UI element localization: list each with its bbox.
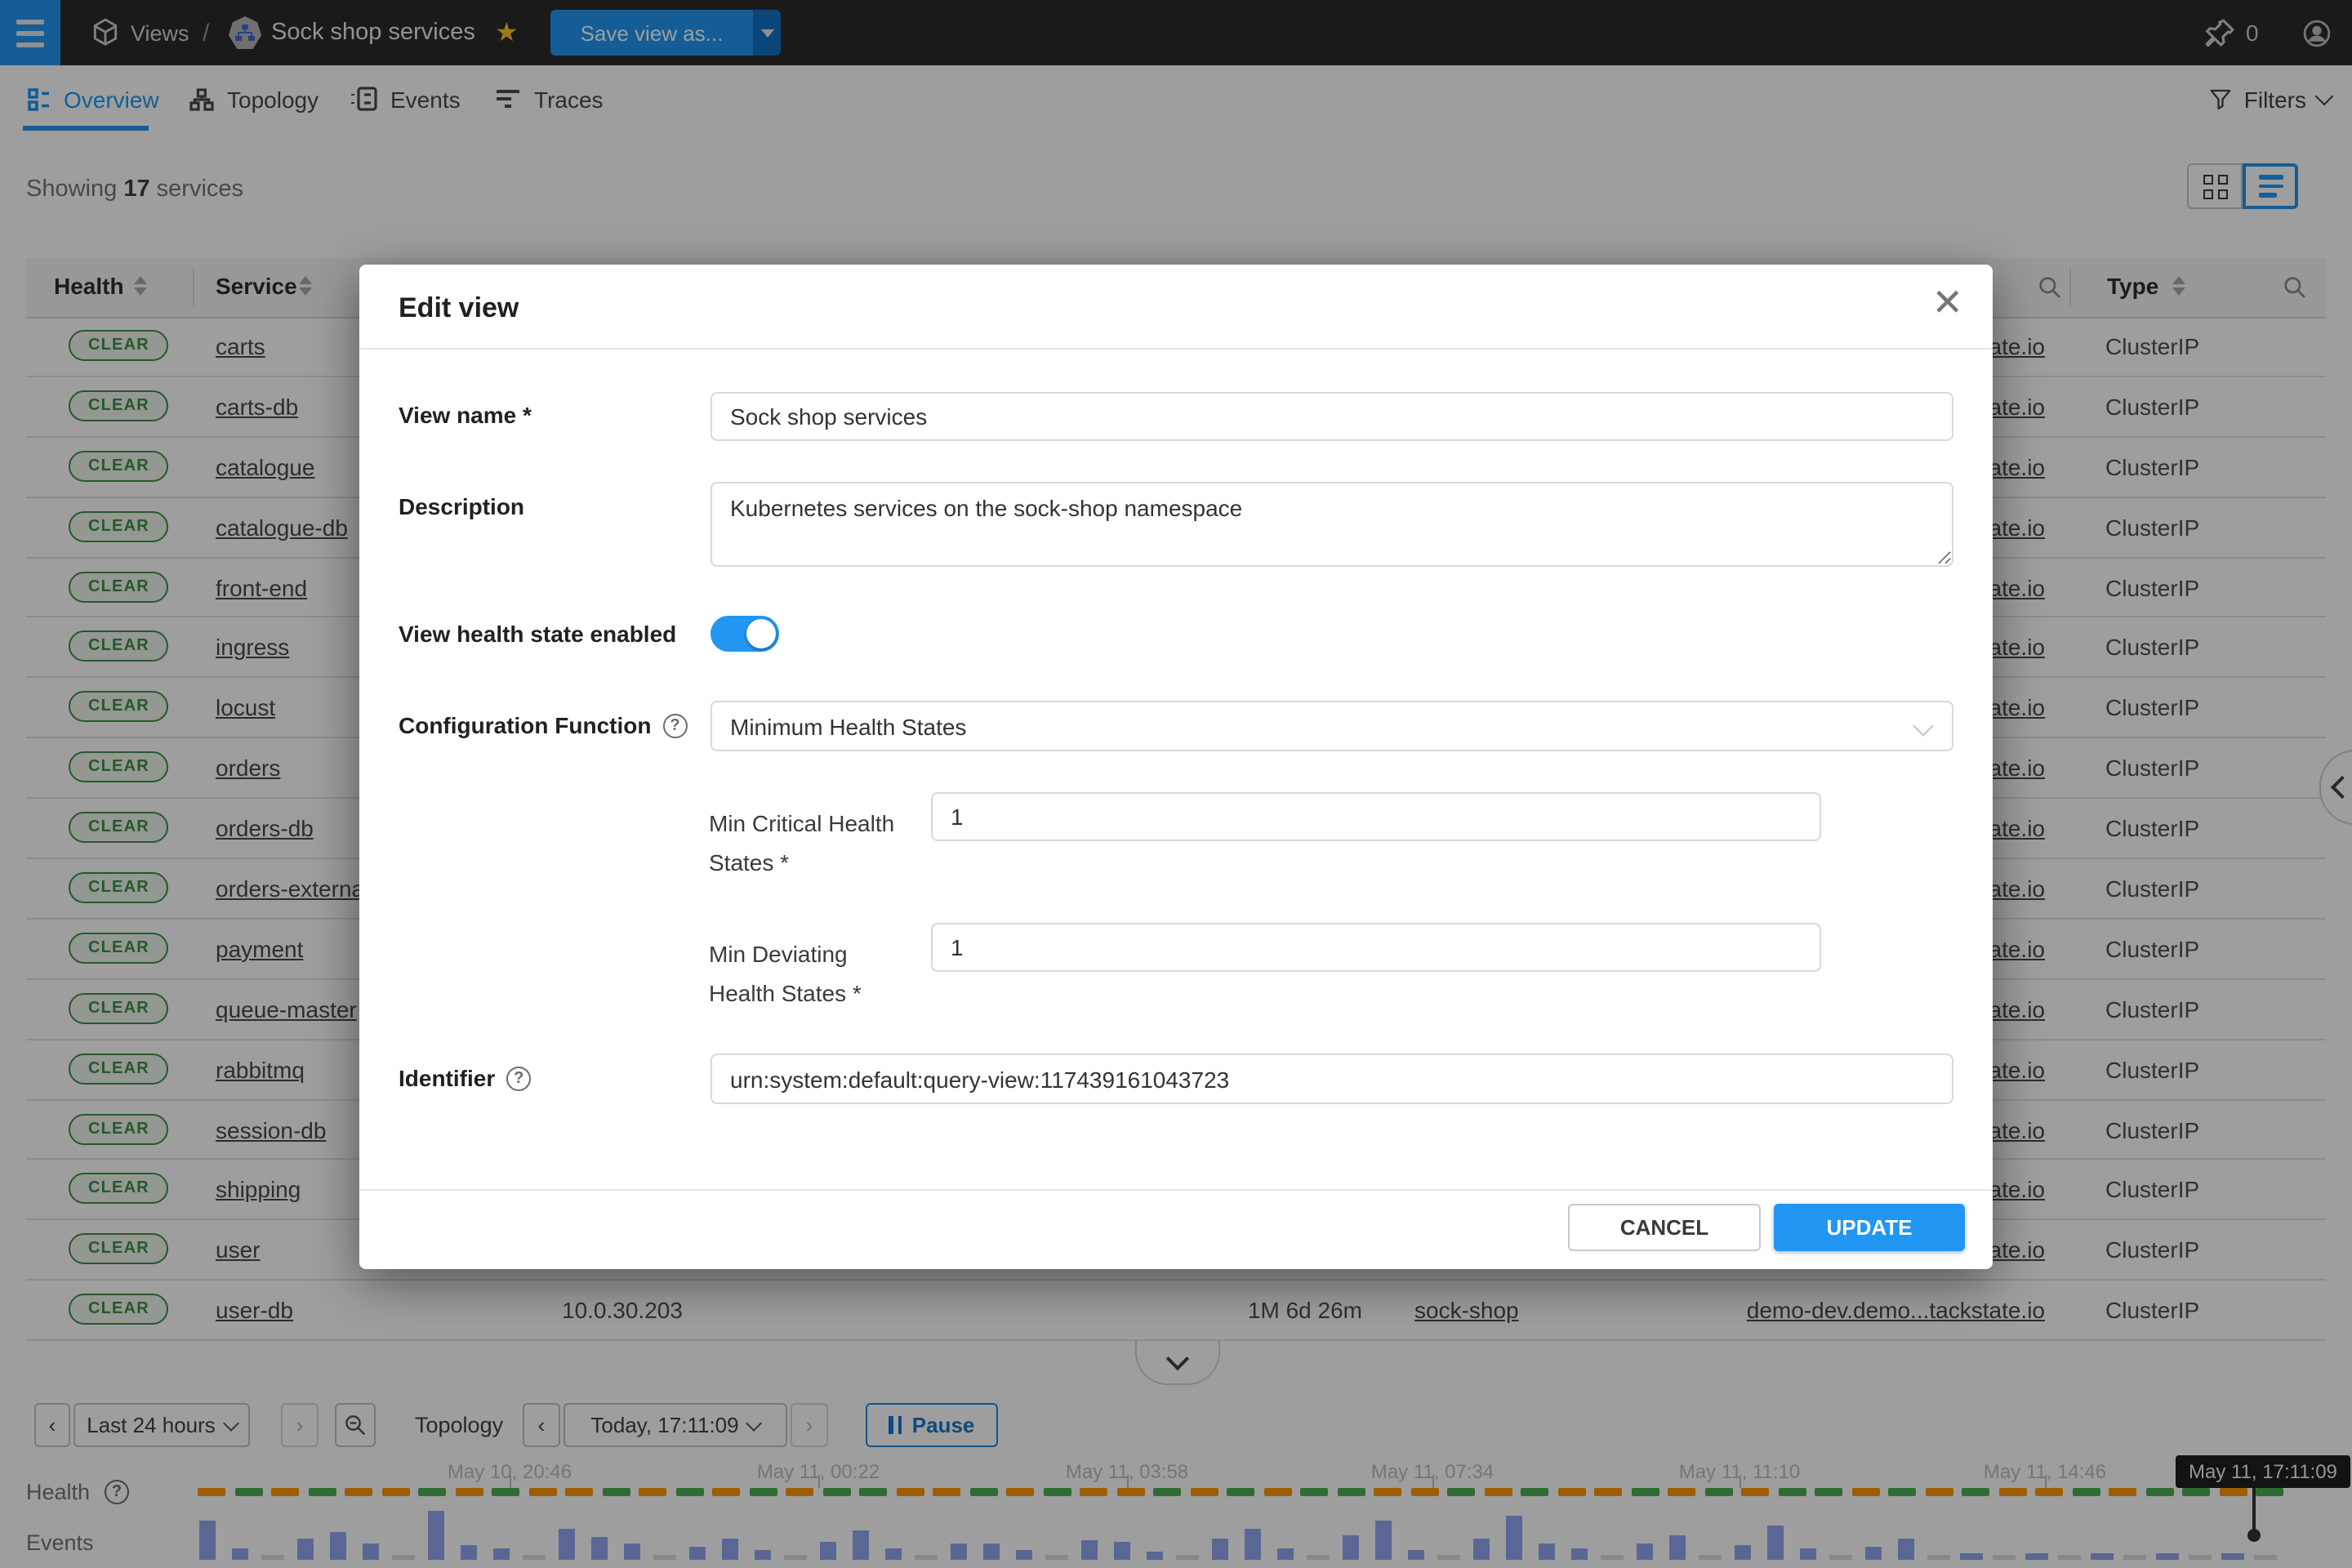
configuration-function-label: Configuration Function? (399, 712, 688, 738)
identifier-help-icon[interactable]: ? (506, 1066, 531, 1090)
modal-title: Edit view (399, 292, 519, 325)
modal-footer-divider (359, 1189, 1993, 1191)
min-critical-input[interactable] (931, 792, 1821, 841)
modal-header-divider (359, 348, 1993, 350)
edit-view-modal: Edit view ✕ View name * Description Kube… (359, 265, 1993, 1269)
identifier-input[interactable] (710, 1054, 1953, 1104)
configuration-function-select[interactable]: Minimum Health States (710, 701, 1953, 751)
config-help-icon[interactable]: ? (663, 713, 688, 737)
app-root: Views / Sock shop services ★ Save view a… (0, 0, 2352, 1568)
view-name-label: View name * (399, 402, 532, 428)
chevron-down-icon (1913, 715, 1933, 736)
health-state-toggle-label: View health state enabled (399, 621, 676, 647)
cancel-button[interactable]: CANCEL (1568, 1204, 1761, 1251)
min-critical-label: Min Critical Health States * (709, 804, 938, 882)
update-button[interactable]: UPDATE (1774, 1204, 1965, 1251)
identifier-label: Identifier? (399, 1065, 531, 1091)
health-state-toggle[interactable] (710, 616, 779, 652)
close-icon[interactable]: ✕ (1931, 281, 1963, 325)
description-input[interactable]: Kubernetes services on the sock-shop nam… (710, 482, 1953, 567)
view-name-input[interactable] (710, 392, 1953, 441)
min-deviating-input[interactable] (931, 923, 1821, 972)
min-deviating-label: Min Deviating Health States * (709, 934, 892, 1013)
configuration-function-value: Minimum Health States (730, 713, 966, 739)
description-label: Description (399, 493, 524, 519)
toggle-knob (746, 619, 776, 648)
